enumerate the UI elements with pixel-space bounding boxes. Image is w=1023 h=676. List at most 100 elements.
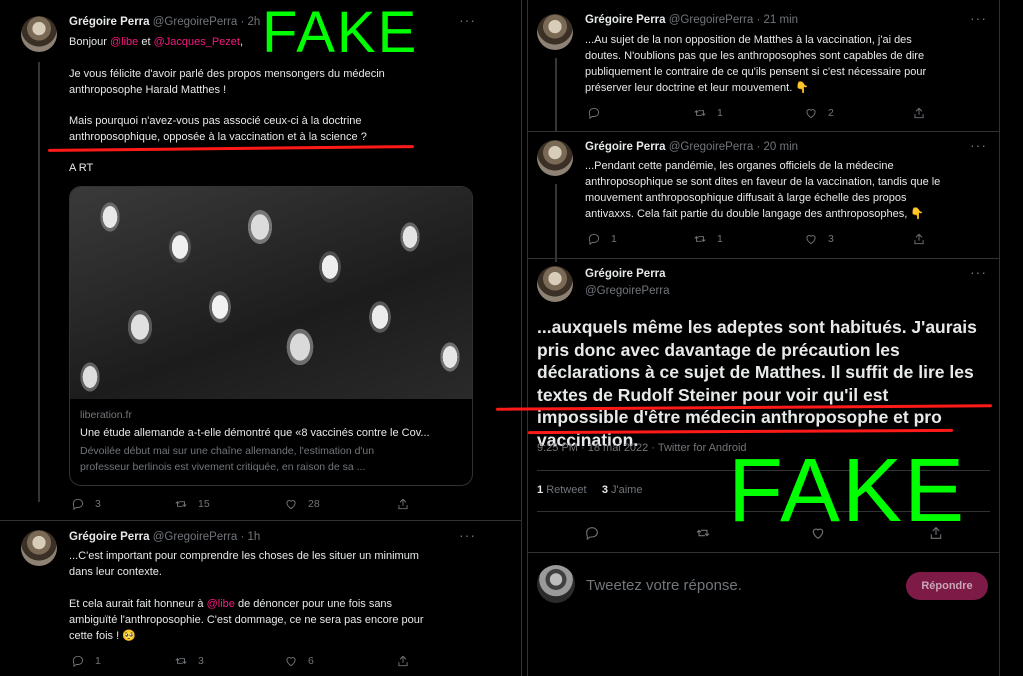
retweet-button[interactable] [695,525,711,541]
more-icon[interactable]: ··· [970,137,987,153]
share-button[interactable] [396,497,410,511]
author-handle[interactable]: @GregoirePerra · 20 min [669,141,798,153]
reply-icon [586,527,598,541]
thread-line [555,184,557,262]
like-icon [806,109,816,119]
retweet-icon [175,658,187,664]
author-name[interactable]: Grégoire Perra [585,14,666,26]
avatar[interactable] [21,530,57,566]
retweet-icon [694,110,706,116]
retweet-button[interactable]: 1 [693,232,723,246]
author-handle[interactable]: @GregoirePerra · 1h [153,531,261,543]
reply-input[interactable]: Tweetez votre réponse. [586,577,742,594]
share-button[interactable] [396,654,410,668]
left-thread-panel: Grégoire Perra @GregoirePerra · 2h ··· B… [0,0,522,676]
like-count: 6 [308,655,314,667]
reply-button[interactable] [584,525,600,541]
reply-submit-button[interactable]: Répondre [906,572,988,600]
reply-button[interactable]: 3 [71,497,101,511]
current-user-avatar[interactable] [537,565,575,603]
tweet-stats: 1 Retweet 3 J'aime [537,484,642,496]
more-icon[interactable]: ··· [459,12,476,28]
link-card[interactable]: liberation.fr Une étude allemande a-t-el… [69,186,473,486]
card-image [70,187,472,399]
retweet-label[interactable]: Retweet [546,484,586,496]
card-domain: liberation.fr [80,409,132,421]
para-pre: Et cela aurait fait honneur à [69,598,207,610]
reply-count: 1 [611,233,617,245]
author-name[interactable]: Grégoire Perra [69,16,150,28]
like-icon [806,235,816,245]
tweet-greeting: Bonjour @libe et @Jacques_Pezet, [69,34,243,50]
share-button[interactable] [912,232,926,246]
retweet-count: 15 [198,498,210,510]
avatar[interactable] [21,16,57,52]
like-button[interactable]: 28 [284,497,320,511]
tweet-paragraph: ...C'est important pour comprendre les c… [69,550,419,578]
tweet-author[interactable]: Grégoire Perra @GregoirePerra · 1h [69,531,260,543]
like-count: 28 [308,498,320,510]
greeting-post: , [239,36,244,48]
reply-icon [588,107,600,120]
like-count[interactable]: 3 [602,484,608,496]
avatar[interactable] [537,14,573,50]
like-button[interactable]: 2 [804,106,834,120]
card-description: Dévoilée début mai sur une chaîne allema… [80,445,375,473]
more-icon[interactable]: ··· [970,264,987,280]
tweet-timestamp[interactable]: 9:25 PM · 18 mai 2022 · Twitter for Andr… [537,442,747,454]
greeting-pre: Bonjour [69,36,110,48]
retweet-button[interactable]: 3 [174,654,204,668]
author-name[interactable]: Grégoire Perra [69,531,150,543]
share-icon [914,107,924,119]
share-button[interactable] [912,106,926,120]
separator [528,552,999,553]
author-handle[interactable]: @GregoirePerra · 21 min [669,14,798,26]
mention-libe[interactable]: @libe [110,36,138,48]
tweet-text: ...Pendant cette pandémie, les organes o… [585,160,941,220]
thread-line [555,58,557,132]
page-edge [1000,0,1023,676]
like-label[interactable]: J'aime [611,484,642,496]
tweet-paragraph: Je vous félicite d'avoir parlé des propo… [69,68,385,96]
more-icon[interactable]: ··· [459,527,476,543]
para-post: de dénoncer pour une fois sans [234,598,393,610]
share-icon [398,498,408,510]
tweet-author[interactable]: Grégoire Perra @GregoirePerra · 20 min [585,141,798,153]
tweet-paragraph: A RT [69,162,94,174]
retweet-button[interactable]: 1 [693,106,723,120]
retweet-count[interactable]: 1 [537,484,543,496]
reply-count: 3 [95,498,101,510]
like-button[interactable]: 3 [804,232,834,246]
retweet-icon [696,529,710,537]
separator [528,258,999,259]
author-handle[interactable]: @GregoirePerra [585,285,670,297]
retweet-button[interactable]: 15 [174,497,210,511]
reply-icon [72,498,84,511]
author-name[interactable]: Grégoire Perra [585,141,666,153]
tweet-author[interactable]: Grégoire Perra @GregoirePerra · 21 min [585,14,798,26]
reply-button[interactable] [587,106,611,120]
tweet-text: ...Au sujet de la non opposition de Matt… [585,34,927,94]
like-button[interactable]: 6 [284,654,314,668]
separator [0,520,521,521]
reply-button[interactable]: 1 [71,654,101,668]
mention-jacques-pezet[interactable]: @Jacques_Pezet [154,36,240,48]
reply-count: 1 [95,655,101,667]
avatar[interactable] [537,140,573,176]
thread-line [38,62,40,502]
author-name[interactable]: Grégoire Perra [585,268,666,280]
tweet-paragraph: Mais pourquoi n'avez-vous pas associé ce… [69,115,367,143]
fake-stamp: FAKE [728,441,967,541]
author-handle[interactable]: @GregoirePerra · 2h [153,16,261,28]
more-icon[interactable]: ··· [970,10,987,26]
separator [528,131,999,132]
retweet-count: 1 [717,233,723,245]
avatar[interactable] [537,266,573,302]
reply-icon [72,655,84,668]
tweet-author[interactable]: Grégoire Perra @GregoirePerra · 2h [69,16,260,28]
mention-libe[interactable]: @libe [207,598,235,610]
reply-button[interactable]: 1 [587,232,617,246]
fake-stamp: FAKE [262,0,419,65]
reply-icon [588,233,600,246]
tweet-paragraph: ambiguïté l'anthroposophie. C'est dommag… [69,614,424,642]
